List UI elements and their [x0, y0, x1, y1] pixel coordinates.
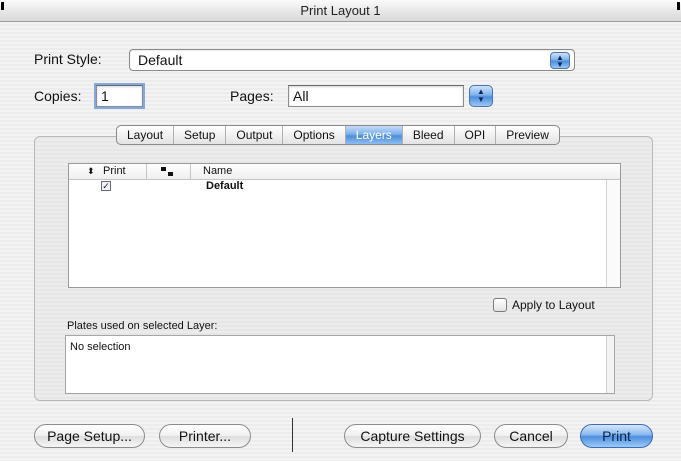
plates-label: Plates used on selected Layer: [67, 320, 218, 332]
column-print-header[interactable]: ⬍ Print [69, 164, 147, 180]
printer-button[interactable]: Printer... [159, 424, 251, 448]
popup-arrows-icon: ▲ ▼ [550, 52, 570, 69]
corner-mark-right [677, 2, 680, 10]
cancel-button[interactable]: Cancel [494, 424, 568, 448]
tab-opi[interactable]: OPI [455, 126, 497, 144]
column-name-label: Name [203, 165, 233, 177]
tab-options[interactable]: Options [283, 126, 346, 144]
pages-field[interactable]: All [288, 85, 464, 107]
apply-to-layout-control[interactable]: Apply to Layout [493, 297, 595, 313]
print-checkbox-checked-icon[interactable]: ✓ [101, 181, 111, 191]
tab-output[interactable]: Output [226, 126, 284, 144]
layer-name: Default [206, 180, 244, 192]
print-button[interactable]: Print [580, 424, 653, 448]
copies-label: Copies: [34, 88, 82, 104]
layers-list-header: ⬍ Print Name [69, 164, 620, 180]
plates-box: No selection [65, 335, 615, 394]
pages-label: Pages: [230, 88, 274, 104]
apply-to-layout-label: Apply to Layout [512, 298, 595, 312]
tab-layers[interactable]: Layers [345, 126, 403, 144]
sort-arrows-icon: ⬍ [87, 166, 95, 176]
print-style-label: Print Style: [34, 51, 102, 67]
capture-settings-button[interactable]: Capture Settings [344, 424, 481, 448]
corner-mark-left [1, 2, 4, 10]
layers-list[interactable]: ⬍ Print Name ✓ Default [68, 163, 621, 288]
column-print-label: Print [103, 165, 126, 177]
tab-setup[interactable]: Setup [174, 126, 227, 144]
column-name-header[interactable]: Name [191, 164, 608, 180]
print-style-popup[interactable]: Default ▲ ▼ [129, 49, 575, 71]
plates-value: No selection [70, 341, 131, 353]
tab-bar: Layout Setup Output Options Layers Bleed… [116, 125, 560, 145]
tab-bleed[interactable]: Bleed [403, 126, 455, 144]
plates-scrollbar[interactable] [606, 336, 614, 393]
window-title: Print Layout 1 [300, 3, 381, 18]
button-divider [292, 418, 293, 452]
print-style-value: Default [138, 52, 183, 68]
list-scrollbar[interactable] [606, 180, 620, 287]
title-bar: Print Layout 1 [0, 0, 681, 22]
page-setup-button[interactable]: Page Setup... [34, 424, 145, 448]
apply-to-layout-checkbox[interactable] [493, 298, 507, 312]
tab-preview[interactable]: Preview [496, 126, 559, 144]
print-dialog-window: Print Layout 1 Print Style: Default ▲ ▼ C… [0, 0, 681, 461]
pages-popup-arrows-icon[interactable]: ▲ ▼ [469, 85, 493, 107]
table-row[interactable]: ✓ Default [69, 180, 620, 194]
column-link-header[interactable] [147, 164, 191, 180]
copies-field[interactable]: 1 [96, 85, 143, 107]
tab-layout[interactable]: Layout [117, 126, 175, 144]
link-nodes-icon [161, 167, 166, 171]
link-nodes-icon-part [168, 172, 173, 176]
